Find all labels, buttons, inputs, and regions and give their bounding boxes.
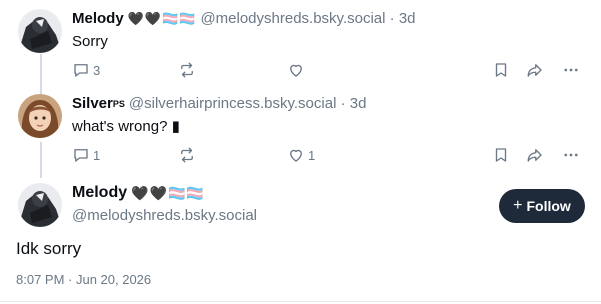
like-count: 1	[308, 147, 316, 163]
avatar[interactable]	[18, 183, 62, 227]
bookmark-button[interactable]	[492, 60, 510, 80]
reply-icon	[74, 149, 88, 162]
repost-icon	[181, 62, 193, 78]
author-handle[interactable]: @melodyshreds.bsky.social	[72, 206, 257, 226]
like-icon	[290, 64, 302, 77]
avatar[interactable]	[18, 9, 62, 53]
reply-icon	[74, 64, 88, 77]
share-button[interactable]	[526, 60, 544, 80]
reply-button[interactable]: 3	[72, 60, 100, 80]
post-actions: 3	[72, 60, 582, 80]
author-emoji: 🖤🖤🏳️‍⚧️🏳️‍⚧️	[131, 185, 205, 201]
post-melody[interactable]: Melody 🖤🖤🏳️‍⚧️🏳️‍⚧️ @melodyshreds.bsky.s…	[0, 9, 601, 89]
reply-count: 1	[93, 147, 101, 163]
share-icon	[527, 149, 542, 162]
follow-button[interactable]: + Follow	[499, 189, 585, 223]
repost-button[interactable]	[178, 60, 196, 80]
more-icon	[564, 68, 578, 72]
post-actions: 1 1	[72, 145, 582, 165]
author-suffix: PS	[112, 99, 125, 109]
separator-dot: ·	[336, 95, 350, 112]
separator-dot: ·	[385, 10, 399, 27]
author-name[interactable]: Melody	[72, 182, 127, 204]
thread-line	[40, 142, 42, 178]
like-icon	[290, 149, 302, 162]
author-name[interactable]: Melody	[72, 9, 124, 29]
divider	[0, 301, 601, 302]
post-time[interactable]: 3d	[350, 94, 367, 114]
reply-button[interactable]: 1	[72, 145, 100, 165]
follow-label: Follow	[526, 198, 571, 214]
avatar[interactable]	[18, 94, 62, 138]
post-text: Idk sorry	[16, 239, 82, 258]
author-name[interactable]: Silver	[72, 94, 113, 114]
post-header: Silver PS @silverhairprincess.bsky.social…	[72, 94, 366, 114]
post-silver[interactable]: Silver PS @silverhairprincess.bsky.social…	[0, 94, 601, 174]
repost-button[interactable]	[178, 145, 196, 165]
more-button[interactable]	[562, 145, 580, 165]
bookmark-icon	[495, 148, 507, 162]
author-handle[interactable]: @silverhairprincess.bsky.social	[129, 94, 337, 114]
repost-icon	[181, 147, 193, 163]
author-emoji: 🖤🖤🏳️‍⚧️🏳️‍⚧️	[127, 11, 197, 26]
post-time[interactable]: 3d	[399, 9, 416, 29]
bookmark-icon	[495, 63, 507, 77]
like-button[interactable]	[287, 60, 305, 80]
share-icon	[527, 64, 542, 77]
more-button[interactable]	[562, 60, 580, 80]
post-text: what's wrong? ▮	[72, 118, 180, 135]
more-icon	[564, 153, 578, 157]
main-author-row: Melody 🖤🖤🏳️‍⚧️🏳️‍⚧️	[72, 182, 209, 204]
like-button[interactable]: 1	[287, 145, 315, 165]
plus-icon: +	[513, 197, 523, 214]
post-header: Melody 🖤🖤🏳️‍⚧️🏳️‍⚧️ @melodyshreds.bsky.s…	[72, 9, 416, 29]
post-timestamp[interactable]: 8:07 PM · Jun 20, 2026	[16, 271, 151, 289]
bookmark-button[interactable]	[492, 145, 510, 165]
author-handle[interactable]: @melodyshreds.bsky.social	[200, 9, 385, 29]
share-button[interactable]	[526, 145, 544, 165]
reply-count: 3	[93, 62, 101, 78]
post-text: Sorry	[72, 33, 108, 50]
